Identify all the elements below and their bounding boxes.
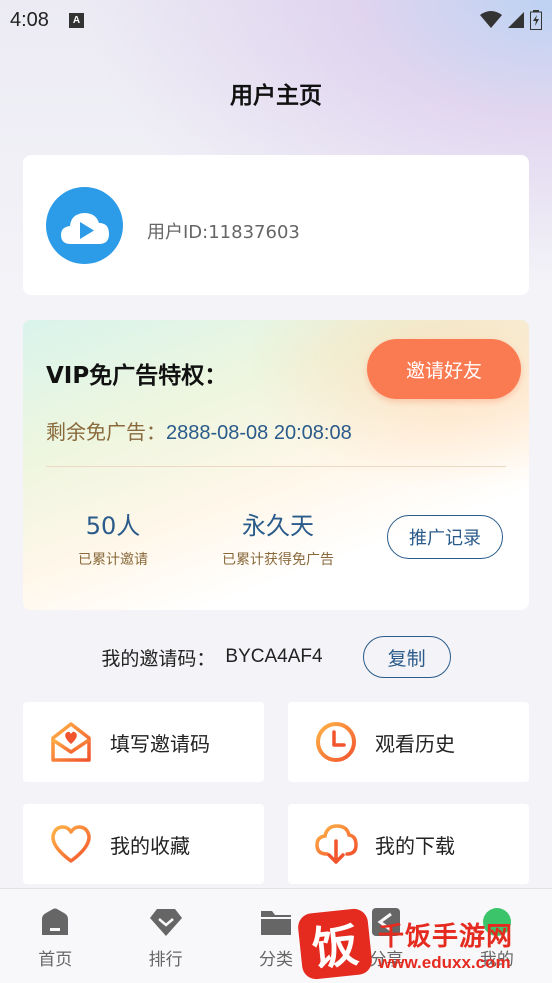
user-id: 用户ID:11837603: [147, 222, 300, 243]
signal-icon: [508, 12, 524, 28]
tile-enter-invite-code[interactable]: 填写邀请码: [23, 702, 264, 782]
tile-my-favorites[interactable]: 我的收藏: [23, 804, 264, 884]
copy-button[interactable]: 复制: [362, 636, 451, 678]
invite-code-label: 我的邀请码：: [101, 647, 216, 670]
notification-icon: A: [68, 12, 84, 28]
watermark-text: 千饭手游网 www.eduxx.com: [378, 916, 513, 973]
status-bar: 4:08 A: [0, 0, 552, 40]
tile-my-downloads[interactable]: 我的下载: [288, 804, 529, 884]
watermark-logo: 饭 千饭手游网 www.eduxx.com: [296, 905, 552, 983]
cloud-play-icon: [60, 212, 109, 244]
stat-invited: 50人 已累计邀请: [53, 506, 173, 569]
status-indicators: [480, 10, 542, 30]
watermark-title: 千饭手游网: [378, 921, 514, 952]
tile-watch-history[interactable]: 观看历史: [288, 702, 529, 782]
home-icon: [38, 905, 72, 939]
invite-code-row: 我的邀请码： BYCA4AF4 复制: [0, 635, 552, 679]
cloud-download-icon: [313, 822, 358, 867]
vip-divider: [46, 466, 506, 467]
nav-label: 排行: [148, 950, 183, 970]
nav-label: 分类: [259, 950, 294, 970]
tile-label: 我的下载: [375, 833, 455, 858]
clock-icon: [313, 720, 358, 765]
tile-label: 观看历史: [375, 731, 455, 756]
stat-ad-free-value: 永久天: [242, 512, 314, 540]
nav-item-ranking[interactable]: 排行: [110, 889, 220, 983]
remaining-ad-free: 剩余免广告：2888-08-08 20:08:08: [46, 416, 352, 445]
folder-icon: [259, 905, 293, 939]
stat-ad-free-label: 已累计获得免广告: [222, 552, 334, 568]
vip-card: VIP免广告特权： 邀请好友 剩余免广告：2888-08-08 20:08:08…: [23, 320, 529, 610]
wifi-icon: [480, 11, 502, 28]
tile-label: 填写邀请码: [110, 731, 210, 756]
nav-item-home[interactable]: 首页: [0, 889, 110, 983]
nav-label: 首页: [38, 950, 73, 970]
watermark-url: www.eduxx.com: [378, 952, 511, 972]
page-title: 用户主页: [230, 83, 322, 109]
vip-title: VIP免广告特权：: [46, 363, 228, 389]
stat-ad-free: 永久天 已累计获得免广告: [203, 506, 353, 569]
remaining-label: 剩余免广告：: [46, 420, 166, 444]
stat-invited-value: 50人: [85, 512, 141, 540]
battery-icon: [530, 10, 542, 30]
diamond-icon: [149, 905, 183, 939]
heart-icon: [48, 822, 93, 867]
tile-label: 我的收藏: [110, 833, 190, 858]
stat-invited-label: 已累计邀请: [78, 552, 148, 568]
remaining-date: 2888-08-08 20:08:08: [166, 422, 352, 444]
invite-code-value: BYCA4AF4: [225, 646, 323, 667]
profile-card: 用户ID:11837603: [23, 155, 529, 295]
envelope-heart-icon: [48, 720, 93, 765]
watermark-seal: 饭: [296, 907, 374, 981]
invite-friends-button[interactable]: 邀请好友: [367, 339, 521, 399]
promotion-record-button[interactable]: 推广记录: [387, 515, 503, 559]
status-time: 4:08: [10, 8, 49, 31]
avatar[interactable]: [46, 187, 123, 264]
